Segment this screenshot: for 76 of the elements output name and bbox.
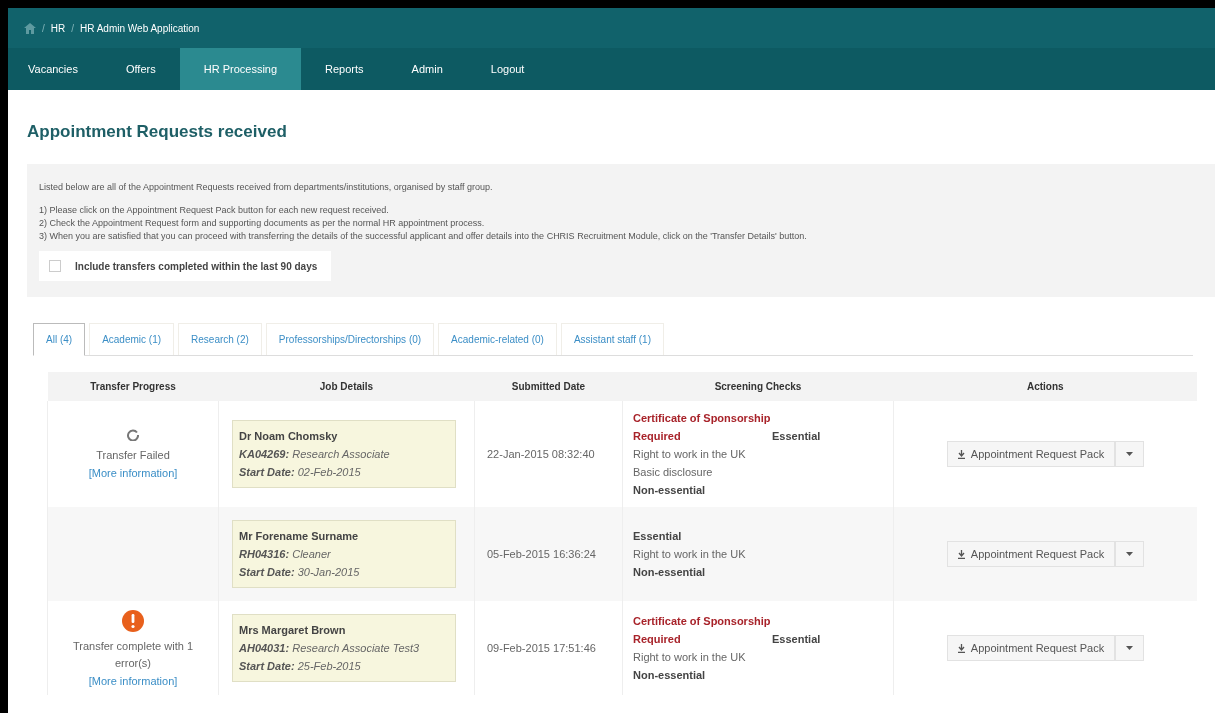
job-reference: KA04269: xyxy=(239,448,290,460)
submitted-date: 09-Feb-2015 17:51:46 xyxy=(474,601,623,695)
start-date: 30-Jan-2015 xyxy=(297,566,360,578)
tab[interactable]: Academic-related (0) xyxy=(438,323,557,355)
required-check: Certificate of Sponsorship Required xyxy=(633,614,772,647)
check-item: Right to work in the UK xyxy=(633,651,746,663)
spinner-icon xyxy=(127,429,139,441)
breadcrumb-separator: / xyxy=(71,22,74,34)
breadcrumb-separator: / xyxy=(42,22,45,34)
check-item: Right to work in the UK xyxy=(633,548,746,560)
more-info-link[interactable]: [More information] xyxy=(88,467,178,479)
nav-tab[interactable]: Vacancies xyxy=(8,48,102,90)
column-header: Actions xyxy=(893,372,1197,401)
pack-button[interactable]: Appointment Request Pack xyxy=(946,635,1116,661)
submitted-date: 05-Feb-2015 16:36:24 xyxy=(474,507,623,601)
tab[interactable]: Assistant staff (1) xyxy=(560,323,664,355)
pack-button[interactable]: Appointment Request Pack xyxy=(946,541,1116,567)
home-icon xyxy=(24,22,36,34)
check-group-heading: Essential xyxy=(772,430,821,442)
start-date-label: Start Date: xyxy=(239,566,295,578)
dropdown-button[interactable] xyxy=(1115,635,1145,661)
start-date-label: Start Date: xyxy=(239,660,295,672)
nav-tab[interactable]: Admin xyxy=(387,48,467,90)
download-icon xyxy=(957,449,965,459)
nav-tab[interactable]: HR Processing xyxy=(179,48,302,90)
applicant-name: Mr Forename Surname xyxy=(239,529,360,544)
applicant-name: Dr Noam Chomsky xyxy=(239,429,339,444)
check-group-heading: Non-essential xyxy=(633,484,706,496)
more-info-link[interactable]: [More information] xyxy=(88,674,178,687)
tab[interactable]: All (4) xyxy=(33,323,86,356)
download-icon xyxy=(957,549,965,559)
breadcrumb-link[interactable]: HR xyxy=(50,22,66,34)
start-date-label: Start Date: xyxy=(239,466,295,478)
tab[interactable]: Professorships/Directorships (0) xyxy=(265,323,435,355)
job-reference: RH04316: xyxy=(239,548,290,560)
start-date: 02-Feb-2015 xyxy=(297,466,361,478)
nav-tab[interactable]: Offers xyxy=(101,48,180,90)
instruction-text: 1) Please click on the Appointment Request Pack button for each new request received. xyxy=(39,204,390,217)
nav-tab[interactable]: Logout xyxy=(466,48,549,90)
check-group-heading: Non-essential xyxy=(633,669,706,681)
required-check: Certificate of Sponsorship Required xyxy=(633,411,772,444)
dropdown-button[interactable] xyxy=(1115,541,1145,567)
check-group-heading: Essential xyxy=(772,633,821,645)
checkbox-label[interactable]: Include transfers completed within the last 90 days xyxy=(75,260,318,272)
checkbox[interactable] xyxy=(49,260,61,272)
pack-button[interactable]: Appointment Request Pack xyxy=(946,441,1116,467)
column-header: Screening Checks xyxy=(622,372,894,401)
tab[interactable]: Research (2) xyxy=(178,323,262,355)
caret-icon xyxy=(1126,646,1134,650)
check-group-heading: Non-essential xyxy=(633,566,706,578)
column-header: Job Details xyxy=(218,372,475,401)
nav-tab[interactable]: Reports xyxy=(301,48,388,90)
job-reference: AH04031: xyxy=(239,642,290,654)
dropdown-button[interactable] xyxy=(1115,441,1145,467)
intro-text: Listed below are all of the Appointment Requests received from departments/institutions, organised by staff group. xyxy=(39,182,494,192)
applicant-name: Mrs Margaret Brown xyxy=(239,623,347,638)
job-title: Cleaner xyxy=(292,548,331,560)
check-group-heading: Essential xyxy=(633,530,682,542)
job-title: Research Associate xyxy=(292,448,390,460)
status-text: Transfer Failed xyxy=(95,448,171,463)
caret-icon xyxy=(1126,452,1134,456)
warning-icon xyxy=(122,609,144,632)
breadcrumb-link[interactable]: HR Admin Web Application xyxy=(80,22,200,34)
instruction-text: 3) When you are satisfied that you can proceed with transferring the details of the successful applicant and offer details into the CHRIS Recruitment Module, click on the 'Transfer Details' button. xyxy=(39,230,808,243)
tab[interactable]: Academic (1) xyxy=(89,323,175,355)
caret-icon xyxy=(1126,552,1134,556)
check-item: Basic disclosure xyxy=(633,466,713,478)
check-item: Right to work in the UK xyxy=(633,448,746,460)
download-icon xyxy=(957,643,965,653)
page-title: Appointment Requests received xyxy=(27,122,288,142)
column-header: Transfer Progress xyxy=(47,372,219,401)
column-header: Submitted Date xyxy=(474,372,623,401)
instruction-text: 2) Check the Appointment Request form and supporting documents as per the normal HR appointment process. xyxy=(39,217,486,230)
job-title: Research Associate Test3 xyxy=(292,642,420,654)
start-date: 25-Feb-2015 xyxy=(297,660,361,672)
status-text: Transfer complete with 1 error(s) xyxy=(72,638,194,671)
